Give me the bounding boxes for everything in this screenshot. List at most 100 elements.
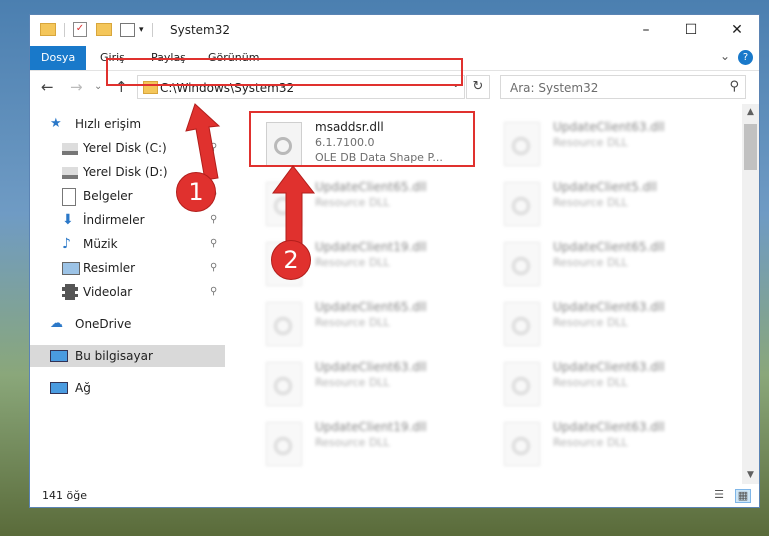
maximize-button[interactable]: ☐ [668,15,714,46]
details-view-icon[interactable]: ☰ [712,489,726,501]
pin-icon[interactable]: ⚲ [210,281,217,303]
sidebar-item-label: Ağ [75,381,91,395]
tiles-view-icon[interactable]: ▦ [735,489,751,503]
dll-file-icon [504,122,540,166]
customize-toolbar-icon[interactable]: ▾ [139,25,144,35]
file-item[interactable]: UpdateClient63.dll Resource DLL [489,416,711,472]
sidebar-item-music[interactable]: ♪ Müzik ⚲ [30,233,225,255]
sidebar-item-quick-access[interactable]: ★ Hızlı erişim [30,113,225,135]
file-item[interactable]: UpdateClient63.dll Resource DLL [489,116,711,172]
sidebar-item-this-pc[interactable]: Bu bilgisayar [30,345,225,367]
file-type: Resource DLL [315,376,390,389]
help-icon[interactable]: ? [738,50,753,65]
dll-file-icon [504,362,540,406]
file-type: Resource DLL [553,136,628,149]
quick-access-toolbar: ✓ ▾ [40,22,161,37]
sidebar-item-label: Yerel Disk (D:) [83,165,168,179]
file-item[interactable]: UpdateClient63.dll Resource DLL [251,356,473,412]
star-icon: ★ [50,116,62,131]
sidebar-item-label: Müzik [83,237,118,251]
close-button[interactable]: ✕ [714,15,759,46]
documents-icon [62,188,76,206]
file-name: UpdateClient63.dll [315,360,427,374]
file-item[interactable]: UpdateClient63.dll Resource DLL [489,356,711,412]
scroll-down-icon[interactable]: ▼ [742,467,759,484]
pin-icon[interactable]: ⚲ [210,233,217,255]
file-item[interactable]: UpdateClient63.dll Resource DLL [489,296,711,352]
sidebar-item-label: Hızlı erişim [75,117,142,131]
file-name: UpdateClient19.dll [315,420,427,434]
sidebar-item-downloads[interactable]: ⬇ İndirmeler ⚲ [30,209,225,231]
sidebar-item-label: Bu bilgisayar [75,349,153,363]
navigation-pane: ★ Hızlı erişim Yerel Disk (C:) ⚲ Yerel D… [30,111,225,466]
properties-icon[interactable]: ✓ [73,22,87,37]
step-1-badge: 1 [176,172,216,212]
file-type: Resource DLL [553,436,628,449]
sidebar-item-label: Belgeler [83,189,133,203]
file-item[interactable]: UpdateClient65.dll Resource DLL [251,176,473,232]
forward-arrow-icon[interactable]: → [70,78,83,96]
window-title: System32 [170,23,231,37]
step-2-badge: 2 [271,240,311,280]
pictures-icon [62,262,80,275]
sidebar-item-label: OneDrive [75,317,132,331]
file-item[interactable]: UpdateClient65.dll Resource DLL [251,296,473,352]
file-type: Resource DLL [553,196,628,209]
file-name: UpdateClient63.dll [553,300,665,314]
back-arrow-icon[interactable]: ← [41,78,54,96]
sidebar-item-local-disk-c[interactable]: Yerel Disk (C:) ⚲ [30,137,225,159]
drive-icon [62,143,78,155]
pin-icon[interactable]: ⚲ [210,209,217,231]
file-item[interactable]: UpdateClient65.dll Resource DLL [489,236,711,292]
file-type: Resource DLL [315,256,390,269]
new-folder-icon[interactable] [96,23,112,36]
sidebar-item-network[interactable]: Ağ [30,377,225,399]
search-icon[interactable]: ⚲ [729,79,739,94]
file-item[interactable]: UpdateClient5.dll Resource DLL [489,176,711,232]
file-type: Resource DLL [315,316,390,329]
dll-file-icon [266,182,302,226]
file-name: UpdateClient63.dll [553,120,665,134]
scroll-up-icon[interactable]: ▲ [742,104,759,121]
download-icon: ⬇ [62,212,74,228]
file-item[interactable]: UpdateClient19.dll Resource DLL [251,416,473,472]
sidebar-item-videos[interactable]: Videolar ⚲ [30,281,225,303]
item-count: 141 öğe [42,489,87,502]
scroll-thumb[interactable] [744,124,757,170]
folder-icon [40,23,56,36]
drive-icon [62,167,78,179]
sidebar-item-label: Videolar [83,285,133,299]
videos-icon [62,284,78,300]
vertical-scrollbar[interactable]: ▲ ▼ [742,104,759,484]
network-icon [50,382,68,394]
sidebar-item-pictures[interactable]: Resimler ⚲ [30,257,225,279]
sidebar-item-label: İndirmeler [83,213,145,227]
recent-locations-icon[interactable]: ⌄ [94,81,102,92]
file-name: UpdateClient63.dll [553,360,665,374]
dll-file-icon [266,302,302,346]
music-icon: ♪ [62,236,71,252]
file-type: Resource DLL [553,376,628,389]
dll-file-icon [504,422,540,466]
pin-icon[interactable]: ⚲ [210,257,217,279]
view-options-icon[interactable] [120,22,135,37]
minimize-button[interactable]: – [623,15,669,46]
dll-file-icon [504,182,540,226]
sidebar-item-label: Yerel Disk (C:) [83,141,167,155]
cloud-icon: ☁ [50,316,63,331]
file-type: Resource DLL [315,196,390,209]
ribbon-collapse-icon[interactable]: ⌄ [720,49,730,63]
file-name: UpdateClient19.dll [315,240,427,254]
sidebar-item-onedrive[interactable]: ☁ OneDrive [30,313,225,335]
file-name: UpdateClient63.dll [553,420,665,434]
status-bar: 141 öğe ☰ ▦ [30,484,759,507]
dll-file-icon [504,242,540,286]
dll-file-icon [504,302,540,346]
search-placeholder: Ara: System32 [510,81,599,95]
explorer-window: ✓ ▾ System32 – ☐ ✕ Dosya Giriş Paylaş Gö… [29,14,760,508]
search-input[interactable]: Ara: System32 ⚲ [500,75,746,99]
pin-icon[interactable]: ⚲ [210,137,217,159]
file-type: Resource DLL [553,256,628,269]
tab-file[interactable]: Dosya [30,46,87,70]
refresh-button[interactable]: ↻ [466,75,490,99]
